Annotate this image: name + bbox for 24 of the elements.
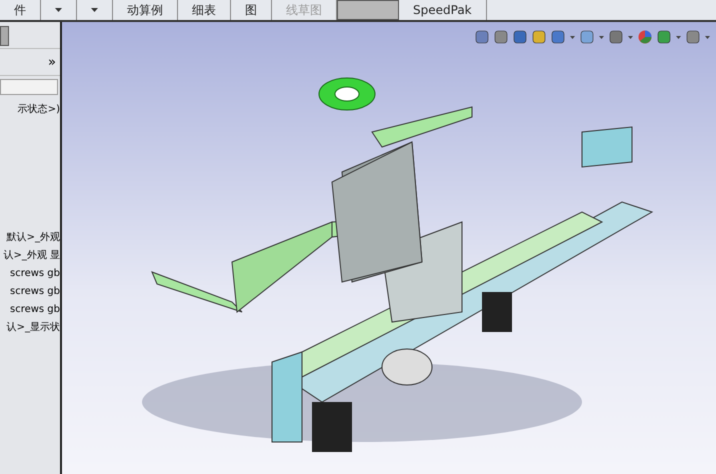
ribbon-button[interactable]: SpeedPak <box>399 0 487 20</box>
caret-icon[interactable] <box>628 36 633 38</box>
tree-item[interactable]: 示状态>) <box>18 101 60 119</box>
panel-tab[interactable] <box>0 26 9 46</box>
caret-icon[interactable] <box>676 36 681 38</box>
ribbon-button[interactable] <box>337 0 399 20</box>
caret-icon[interactable] <box>705 36 710 38</box>
tree-item[interactable]: 认>_外观 显 <box>3 247 60 265</box>
expand-button[interactable]: » <box>48 54 60 70</box>
graphics-viewport[interactable] <box>62 22 716 474</box>
tree-item[interactable]: 认>_显示状 <box>6 319 60 337</box>
caret-icon[interactable] <box>599 36 604 38</box>
tree-item[interactable]: screws gb <box>10 265 60 283</box>
tree-item[interactable]: screws gb <box>10 301 60 319</box>
ribbon-button[interactable]: 件 <box>0 0 41 20</box>
tree-item[interactable]: 默认>_外观 <box>6 229 60 247</box>
caret-icon <box>55 8 62 12</box>
ribbon-button[interactable]: 动算例 <box>113 0 178 20</box>
caret-icon[interactable] <box>570 36 575 38</box>
ribbon-button[interactable]: 细表 <box>178 0 231 20</box>
tree-item[interactable]: screws gb <box>10 283 60 301</box>
caret-icon <box>91 8 98 12</box>
ribbon-button[interactable]: 图 <box>231 0 272 20</box>
filter-field[interactable] <box>0 79 58 95</box>
